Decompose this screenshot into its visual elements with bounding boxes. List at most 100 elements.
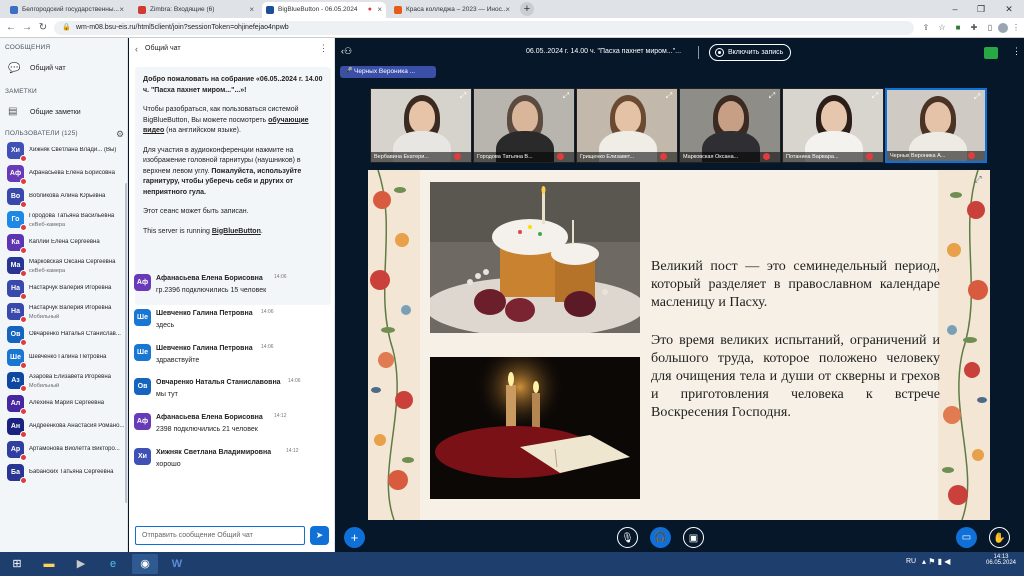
close-icon[interactable]: × xyxy=(505,2,510,17)
webcam-tile[interactable]: ⤢ Марковская Оксана... xyxy=(679,88,781,163)
muted-mic-icon xyxy=(866,153,873,160)
extensions-puzzle-icon[interactable]: ✚ xyxy=(968,22,980,34)
welcome-message: Добро пожаловать на собрание «06.05..202… xyxy=(135,67,331,305)
tab-label: Краса колледжа – 2023 — Инос... xyxy=(406,6,508,13)
person-face xyxy=(718,101,744,133)
url-text: wm-m08.bsu-eis.ru/html5client/join?sessi… xyxy=(76,24,289,31)
profile-avatar[interactable] xyxy=(998,23,1008,33)
user-list-item[interactable]: Во Вобликова Алина Юрьевна xyxy=(5,187,125,209)
chat-options-icon[interactable]: ⋮ xyxy=(319,43,328,54)
record-button[interactable]: Включить запись xyxy=(709,44,791,61)
raise-hand-button[interactable]: ✋ xyxy=(989,527,1010,548)
user-list-item[interactable]: На Настарчук Валерия Игоревна xyxy=(5,279,125,301)
user-list-item[interactable]: Ал Алёхина Мария Сергеевна xyxy=(5,394,125,416)
webcam-tile[interactable]: ⤢ Городова Татьяна В... xyxy=(473,88,575,163)
avatar: На xyxy=(7,303,27,323)
mute-microphone-button[interactable]: 🎙 xyxy=(617,527,638,548)
bookmark-star-icon[interactable]: ☆ xyxy=(936,22,948,34)
toggle-userlist-icon[interactable]: ‹⚇ xyxy=(341,46,352,57)
user-list-item[interactable]: Ан Андреенкова Анастасия Романо... xyxy=(5,417,125,439)
close-icon[interactable]: × xyxy=(119,2,124,17)
browser-tab-3[interactable]: BigBlueButton - 06.05.2024 ● × xyxy=(262,2,386,18)
close-icon[interactable]: × xyxy=(377,2,382,17)
window-close-button[interactable]: ✕ xyxy=(996,0,1022,18)
muted-mic-icon xyxy=(20,477,27,484)
browser-tab-bar: Белгородский государственны... × Zimbra:… xyxy=(0,0,1024,18)
slide-paragraph-1: Великий пост — это семинедельный период,… xyxy=(651,259,940,310)
start-button[interactable]: ⊞ xyxy=(4,554,30,574)
sidepanel-icon[interactable]: ▯ xyxy=(984,22,996,34)
extension-icon[interactable]: ■ xyxy=(952,22,964,34)
options-menu-icon[interactable]: ⋮ xyxy=(1012,46,1021,57)
chevron-left-icon[interactable]: ‹ xyxy=(135,44,138,54)
user-list-item[interactable]: Хи Хижняк Светлана Влади... (Вы) xyxy=(5,141,125,163)
bbb-link[interactable]: BigBlueButton xyxy=(212,228,261,235)
user-list-item[interactable]: Ка Каплий Елена Сергеевна xyxy=(5,233,125,255)
layout-button[interactable]: ▭ xyxy=(956,527,977,548)
actions-plus-button[interactable]: + xyxy=(344,527,365,548)
user-name: Настарчук Валерия Игоревна xyxy=(29,305,112,311)
webcam-tile[interactable]: ⤢ Грищенко Елизавет... xyxy=(576,88,678,163)
sidebar-scrollbar[interactable] xyxy=(125,183,127,503)
leave-audio-button[interactable]: 🎧 xyxy=(650,527,671,548)
user-name: Настарчук Валерия Игоревна xyxy=(29,285,112,291)
ie-icon[interactable]: e xyxy=(100,554,126,574)
user-list-item[interactable]: Аз Азарова Елизавета Игоревна Мобильный xyxy=(5,371,125,393)
reload-icon[interactable]: ↻ xyxy=(36,21,50,35)
avatar: Аф xyxy=(134,413,151,430)
fullscreen-icon[interactable]: ⤢ xyxy=(972,174,984,186)
minimize-button[interactable]: – xyxy=(942,0,968,18)
muted-mic-icon xyxy=(763,153,770,160)
sidebar-item-public-chat[interactable]: Общий чат xyxy=(30,65,66,72)
fullscreen-icon[interactable]: ⤢ xyxy=(458,91,468,101)
language-indicator[interactable]: RU xyxy=(906,558,916,565)
fullscreen-icon[interactable]: ⤢ xyxy=(561,91,571,101)
explorer-icon[interactable]: ▬ xyxy=(36,554,62,574)
share-webcam-button[interactable]: ▣ xyxy=(683,527,704,548)
tray-icons[interactable]: ▴ ⚑ ▮ ◀ xyxy=(922,557,950,566)
chrome-icon[interactable]: ◉ xyxy=(132,554,158,574)
chat-message-input[interactable]: Отправить сообщение Общий чат xyxy=(135,526,305,545)
user-list-item[interactable]: Ба Бабанских Татьяна Сергеевна xyxy=(5,463,125,485)
share-icon[interactable]: ⇪ xyxy=(920,22,932,34)
message-text: мы тут xyxy=(156,391,178,398)
chat-bubble-icon: 💬 xyxy=(8,63,21,74)
fullscreen-icon[interactable]: ⤢ xyxy=(664,91,674,101)
connection-status-icon[interactable] xyxy=(984,47,998,59)
avatar: Аф xyxy=(134,274,151,291)
avatar: Го xyxy=(7,211,27,231)
gear-icon[interactable]: ⚙ xyxy=(116,129,124,140)
user-list-item[interactable]: Ше Шевченко Галина Петровна xyxy=(5,348,125,370)
user-list-item[interactable]: Го Городова Татьяна Васильевна сеВеб-камер… xyxy=(5,210,125,232)
media-player-icon[interactable]: ▶ xyxy=(68,554,94,574)
word-icon[interactable]: W xyxy=(164,554,190,574)
user-list-item[interactable]: Ов Овчаренко Наталья Станислав... xyxy=(5,325,125,347)
browser-tab-1[interactable]: Белгородский государственны... × xyxy=(6,2,128,18)
bbb-favicon-icon xyxy=(266,6,274,14)
user-list-item[interactable]: Ма Марковская Оксана Сергеевна сеВеб-камер… xyxy=(5,256,125,278)
clock[interactable]: 14:13 06.05.2024 xyxy=(982,554,1020,566)
user-list-item[interactable]: На Настарчук Валерия Игоревна Мобильный xyxy=(5,302,125,324)
send-button[interactable]: ➤ xyxy=(310,526,329,545)
forward-icon[interactable]: → xyxy=(20,21,34,35)
presentation-slide: ⤢ Великий пост — это семинедельный перио… xyxy=(368,170,990,520)
browser-menu-icon[interactable]: ⋮ xyxy=(1010,22,1022,34)
url-field[interactable]: 🔒 wm-m08.bsu-eis.ru/html5client/join?ses… xyxy=(54,21,914,35)
user-list-item[interactable]: Аф Афанасьева Елена Борисовна xyxy=(5,164,125,186)
user-list-item[interactable]: Ар Артамонова Виолетта Викторо... xyxy=(5,440,125,462)
webcam-tile[interactable]: ⤢ Черных Вероника А... xyxy=(885,88,987,163)
browser-tab-4[interactable]: Краса колледжа – 2023 — Инос... × xyxy=(390,2,514,18)
browser-tab-2[interactable]: Zimbra: Входящие (6) × xyxy=(134,2,258,18)
fullscreen-icon[interactable]: ⤢ xyxy=(870,91,880,101)
sidebar-item-shared-notes[interactable]: Общие заметки xyxy=(30,109,81,116)
new-tab-button[interactable]: + xyxy=(520,2,534,16)
webcam-tile[interactable]: ⤢ Вербавина Екатери... xyxy=(370,88,472,163)
webcam-tile[interactable]: ⤢ Потанина Варвара... xyxy=(782,88,884,163)
maximize-button[interactable]: ❐ xyxy=(968,0,994,18)
close-icon[interactable]: × xyxy=(249,2,254,17)
back-icon[interactable]: ← xyxy=(4,21,18,35)
mail-favicon-icon xyxy=(138,6,146,14)
message-author: Афанасьева Елена Борисовна xyxy=(156,414,263,421)
fullscreen-icon[interactable]: ⤢ xyxy=(972,92,982,102)
fullscreen-icon[interactable]: ⤢ xyxy=(767,91,777,101)
